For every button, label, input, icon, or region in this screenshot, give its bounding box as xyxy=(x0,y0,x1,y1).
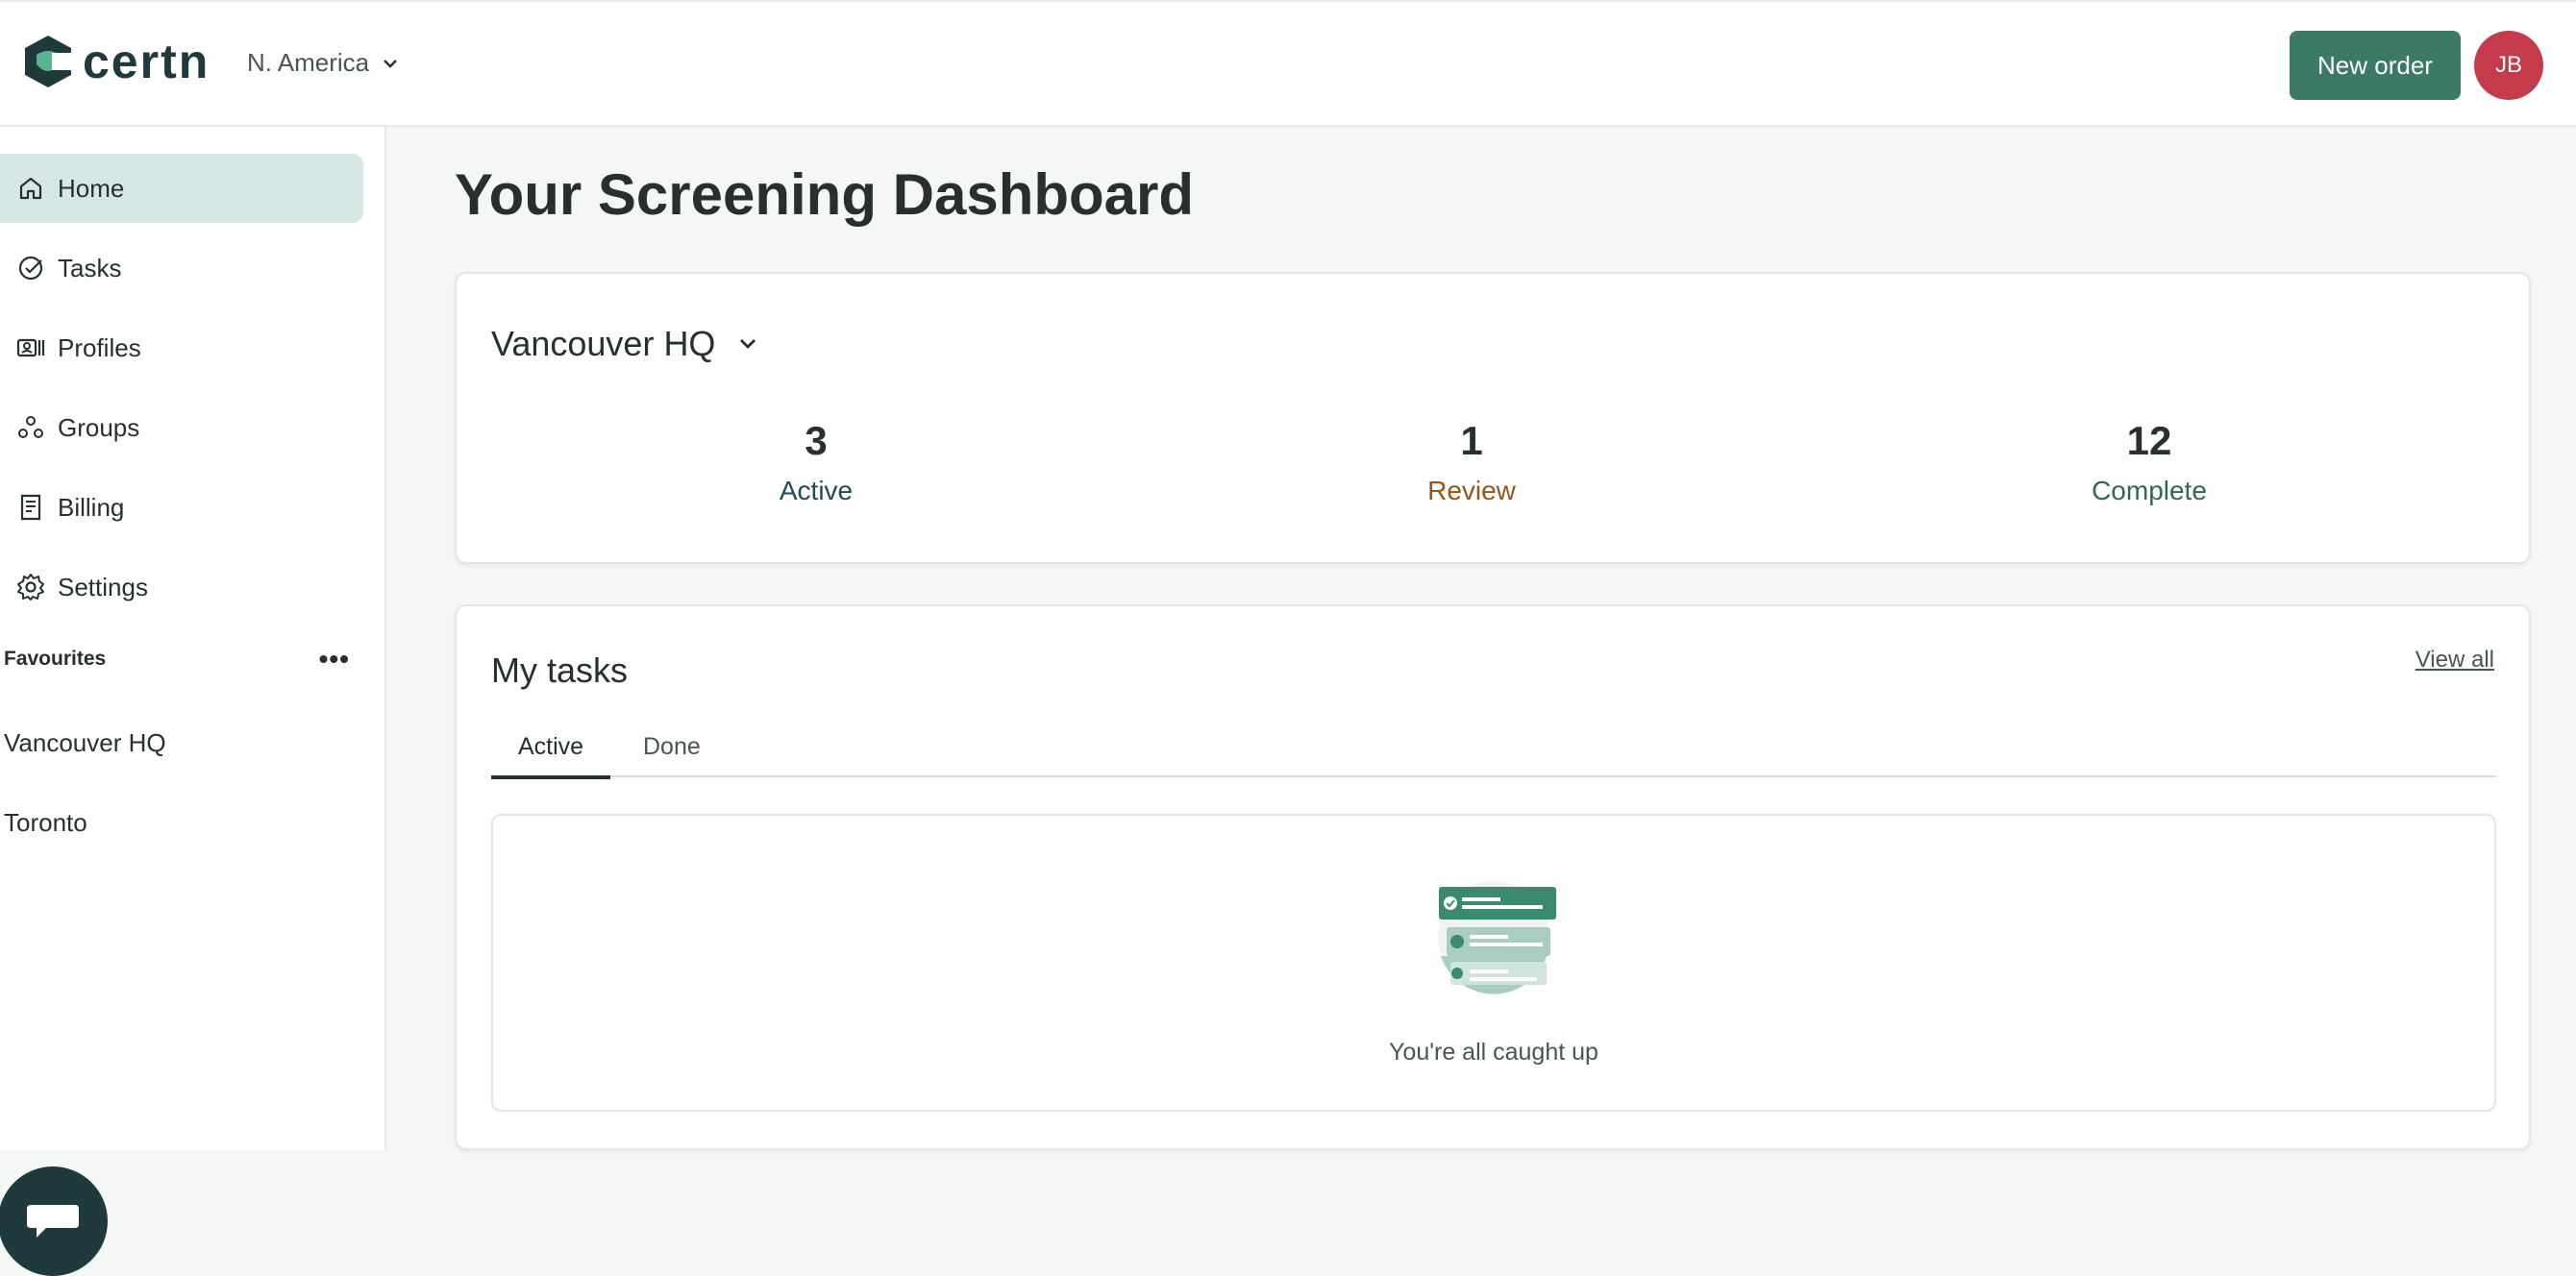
new-order-button[interactable]: New order xyxy=(2290,31,2461,100)
sidebar-item-billing[interactable]: Billing xyxy=(0,473,363,542)
brand-name: certn xyxy=(83,35,211,88)
profile-card-icon xyxy=(16,338,45,357)
favourites-header: Favourites ••• xyxy=(4,646,350,673)
avatar[interactable]: JB xyxy=(2474,31,2543,100)
view-all-link[interactable]: View all xyxy=(2415,647,2494,674)
stat-value: 1 xyxy=(1460,418,1483,463)
more-options-icon[interactable]: ••• xyxy=(319,646,350,673)
summary-card: Vancouver HQ 3 Active 1 Review 12 Comple… xyxy=(455,272,2531,564)
chat-button[interactable] xyxy=(0,1166,108,1276)
empty-state: You're all caught up xyxy=(491,814,2496,1112)
check-circle-icon xyxy=(18,256,43,281)
top-bar: certn N. America New order JB xyxy=(0,0,2576,127)
region-label: N. America xyxy=(247,48,370,77)
gear-icon xyxy=(17,574,44,601)
stat-label: Complete xyxy=(2092,476,2207,505)
chevron-down-icon xyxy=(384,59,398,68)
sidebar-item-label: Groups xyxy=(58,412,140,442)
home-icon xyxy=(19,177,42,200)
sidebar-item-label: Settings xyxy=(58,572,148,601)
location-label: Vancouver HQ xyxy=(491,324,716,363)
receipt-icon xyxy=(20,494,41,521)
sidebar-item-home[interactable]: Home xyxy=(0,154,363,223)
location-selector[interactable]: Vancouver HQ xyxy=(491,324,757,364)
sidebar-item-label: Tasks xyxy=(58,253,122,282)
tasks-title: My tasks xyxy=(491,650,629,690)
favourite-item-vancouver-hq[interactable]: Vancouver HQ xyxy=(4,728,166,758)
sidebar-item-label: Home xyxy=(58,173,125,203)
page-title: Your Screening Dashboard xyxy=(455,162,1195,227)
sidebar-item-label: Profiles xyxy=(58,332,141,362)
stat-value: 3 xyxy=(805,418,828,463)
sidebar-item-profiles[interactable]: Profiles xyxy=(0,313,363,382)
favourite-item-toronto[interactable]: Toronto xyxy=(4,808,87,838)
stat-label: Active xyxy=(779,476,854,505)
groups-icon xyxy=(18,416,43,438)
tab-active[interactable]: Active xyxy=(491,729,611,779)
task-list-illustration xyxy=(1438,881,1556,994)
stat-label: Review xyxy=(1427,476,1516,505)
region-selector[interactable]: N. America xyxy=(247,48,398,78)
sidebar: Home Tasks Profiles Groups Billing Setti… xyxy=(0,127,386,1276)
certn-logo-icon xyxy=(25,36,73,87)
sidebar-item-settings[interactable]: Settings xyxy=(0,552,363,622)
sidebar-item-groups[interactable]: Groups xyxy=(0,393,363,462)
tab-done[interactable]: Done xyxy=(616,729,728,777)
tasks-tabs: Active Done xyxy=(491,729,2496,779)
sidebar-item-tasks[interactable]: Tasks xyxy=(0,233,363,303)
my-tasks-card: My tasks View all Active Done You're all… xyxy=(455,604,2531,1150)
stat-active[interactable]: 3 Active xyxy=(672,418,960,506)
sidebar-item-label: Billing xyxy=(58,492,125,522)
certn-logo[interactable]: certn xyxy=(23,33,210,90)
stat-complete[interactable]: 12 Complete xyxy=(2005,418,2293,506)
chat-bubble-icon xyxy=(27,1205,79,1238)
stat-value: 12 xyxy=(2126,418,2172,463)
stat-review[interactable]: 1 Review xyxy=(1327,418,1616,506)
chevron-down-icon xyxy=(740,339,756,349)
empty-message: You're all caught up xyxy=(1389,1039,1598,1066)
favourites-heading: Favourites xyxy=(4,648,107,670)
